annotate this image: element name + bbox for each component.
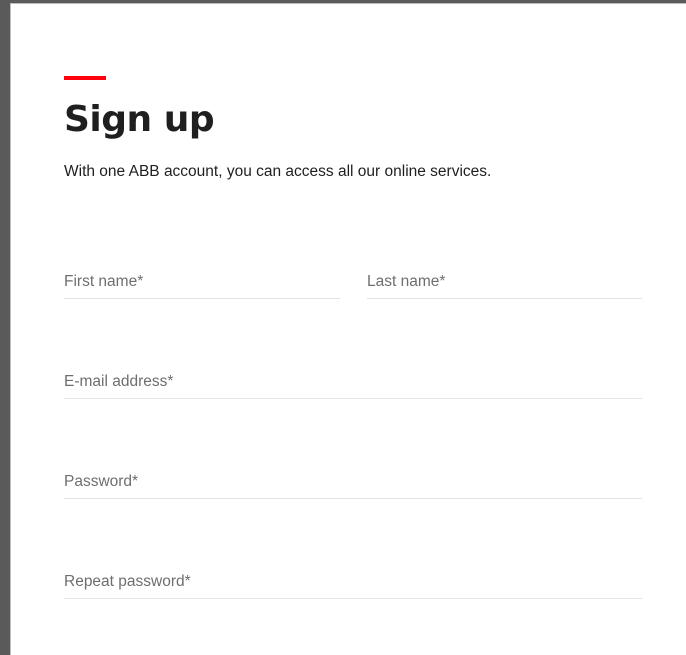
page-subtitle: With one ABB account, you can access all… bbox=[64, 163, 492, 180]
password-input[interactable] bbox=[64, 468, 642, 496]
email-field[interactable] bbox=[64, 368, 642, 399]
repeat-password-input[interactable] bbox=[64, 568, 642, 596]
email-input[interactable] bbox=[64, 368, 642, 396]
page-title: Sign up bbox=[64, 99, 215, 140]
repeat-password-field[interactable] bbox=[64, 568, 642, 599]
last-name-input[interactable] bbox=[367, 268, 642, 296]
first-name-field[interactable] bbox=[64, 268, 340, 299]
last-name-field[interactable] bbox=[367, 268, 642, 299]
first-name-input[interactable] bbox=[64, 268, 340, 296]
title-accent-bar bbox=[64, 76, 106, 80]
password-field[interactable] bbox=[64, 468, 642, 499]
